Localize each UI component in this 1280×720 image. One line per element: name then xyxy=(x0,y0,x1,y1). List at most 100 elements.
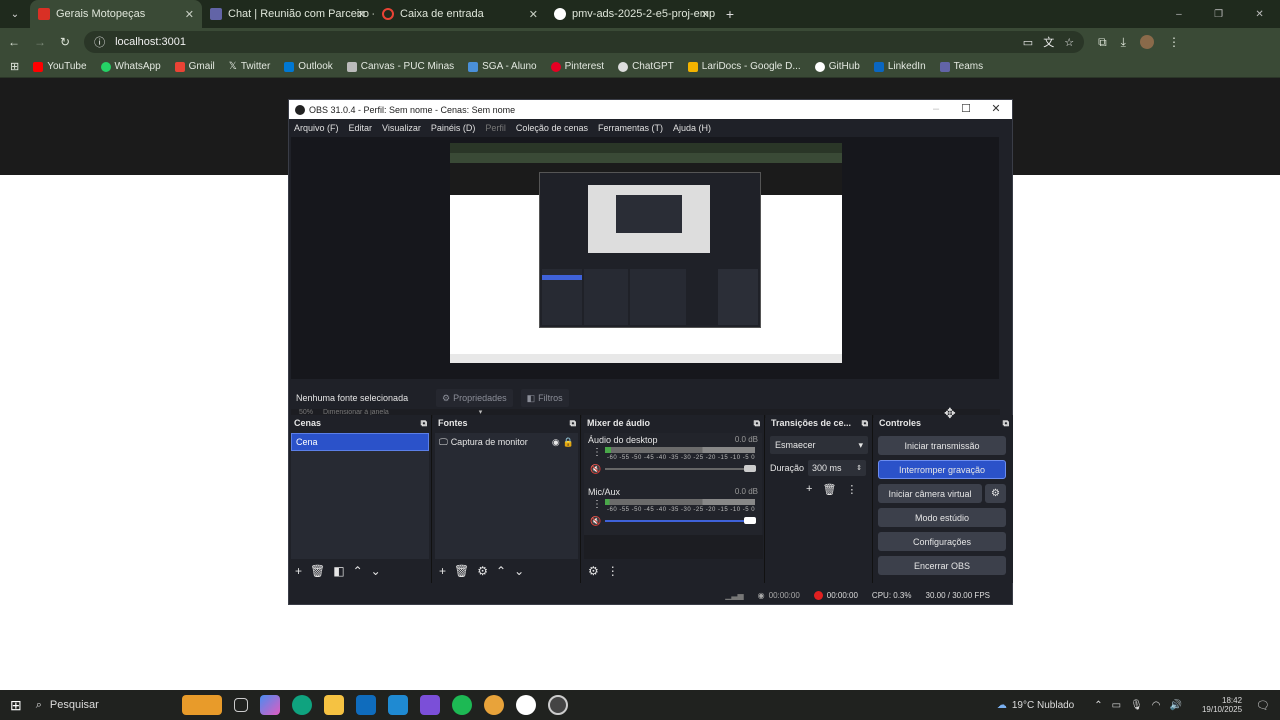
copilot-icon[interactable] xyxy=(259,695,280,715)
minimize-icon[interactable]: – xyxy=(1176,9,1182,20)
kebab-icon[interactable]: ⋮ xyxy=(846,483,857,496)
move-down-icon[interactable]: ⌄ xyxy=(371,564,381,578)
move-up-icon[interactable]: ⌃ xyxy=(353,564,363,578)
add-icon[interactable]: + xyxy=(806,483,812,496)
maximize-icon[interactable]: ❐ xyxy=(1214,9,1223,20)
channel-kebab-icon[interactable]: ⋮ xyxy=(592,447,602,458)
muted-speaker-icon[interactable]: 🔇 xyxy=(590,516,601,527)
microphone-icon[interactable]: 🎙 xyxy=(1130,700,1143,711)
close-icon[interactable]: ✕ xyxy=(981,100,1011,119)
undock-icon[interactable]: ⧉ xyxy=(1003,418,1009,429)
gear-icon[interactable]: ⚙ xyxy=(477,564,488,578)
menu-perfil[interactable]: Perfil xyxy=(485,123,506,133)
volume-slider[interactable] xyxy=(605,520,750,522)
clock[interactable]: 18:42 19/10/2025 xyxy=(1202,696,1242,714)
browser-tab-2[interactable]: Chat | Reunião com Parceiro - I ✕ xyxy=(202,0,374,28)
notifications-icon[interactable]: 🗨 xyxy=(1256,699,1270,712)
forward-icon[interactable]: → xyxy=(34,35,46,49)
bookmark-chatgpt[interactable]: ChatGPT xyxy=(618,61,674,72)
reload-icon[interactable]: ↻ xyxy=(60,35,70,49)
menu-arquivo[interactable]: Arquivo (F) xyxy=(294,123,339,133)
bookmark-youtube[interactable]: YouTube xyxy=(33,61,87,72)
bookmark-star-icon[interactable]: ☆ xyxy=(1064,36,1074,49)
exit-obs-button[interactable]: Encerrar OBS xyxy=(878,556,1006,575)
download-icon[interactable]: ⤓ xyxy=(1121,35,1126,50)
menu-visualizar[interactable]: Visualizar xyxy=(382,123,421,133)
close-tab-icon[interactable]: ✕ xyxy=(185,8,194,21)
properties-button[interactable]: ⚙ Propriedades xyxy=(436,389,513,407)
bookmark-laridocs[interactable]: LariDocs - Google D... xyxy=(687,61,801,72)
undock-icon[interactable]: ⧉ xyxy=(421,418,427,429)
browser-tab-1[interactable]: Gerais Motopeças ✕ xyxy=(30,0,202,28)
tab-search-icon[interactable]: ⌄ xyxy=(0,0,30,28)
menu-ajuda[interactable]: Ajuda (H) xyxy=(673,123,711,133)
browser-tab-4[interactable]: pmv-ads-2025-2-e5-proj-emp ✕ xyxy=(546,0,718,28)
obs-taskbar-icon[interactable] xyxy=(547,695,568,715)
menu-paineis[interactable]: Painéis (D) xyxy=(431,123,476,133)
studio-mode-button[interactable]: Modo estúdio xyxy=(878,508,1006,527)
screen-share-icon[interactable]: ▭ xyxy=(1112,700,1121,711)
file-explorer-icon[interactable] xyxy=(323,695,344,715)
minimize-icon[interactable]: – xyxy=(921,100,951,119)
chrome-icon[interactable] xyxy=(483,695,504,715)
vscode-icon[interactable] xyxy=(387,695,408,715)
filters-button[interactable]: ◧ Filtros xyxy=(520,389,569,407)
transition-select[interactable]: Esmaecer ▾ xyxy=(770,436,868,454)
channel-kebab-icon[interactable]: ⋮ xyxy=(592,499,602,510)
weather-widget[interactable]: ☁ 19°C Nublado xyxy=(997,700,1074,711)
menu-kebab-icon[interactable]: ⋮ xyxy=(1168,35,1180,49)
halloween-widget-icon[interactable] xyxy=(181,695,222,715)
menu-ferramentas[interactable]: Ferramentas (T) xyxy=(598,123,663,133)
address-bar[interactable]: ⓘ localhost:3001 ▭ 文 ☆ xyxy=(84,31,1085,53)
undock-icon[interactable]: ⧉ xyxy=(754,418,760,429)
move-down-icon[interactable]: ⌄ xyxy=(514,564,524,578)
volume-slider-handle[interactable] xyxy=(744,517,756,524)
edge-icon[interactable] xyxy=(291,695,312,715)
muted-speaker-icon[interactable]: 🔇 xyxy=(590,464,601,475)
profile-avatar[interactable] xyxy=(1139,35,1154,49)
volume-slider-handle[interactable] xyxy=(744,465,756,472)
undock-icon[interactable]: ⧉ xyxy=(862,418,868,429)
trash-icon[interactable]: 🗑 xyxy=(454,564,469,578)
trash-icon[interactable]: 🗑 xyxy=(822,483,836,496)
move-up-icon[interactable]: ⌃ xyxy=(496,564,506,578)
menu-colecao-cenas[interactable]: Coleção de cenas xyxy=(516,123,588,133)
close-tab-icon[interactable]: ✕ xyxy=(357,8,366,21)
github-desktop-icon[interactable] xyxy=(515,695,536,715)
wifi-icon[interactable]: ◠ xyxy=(1152,700,1161,711)
bookmark-pinterest[interactable]: Pinterest xyxy=(550,61,604,72)
speaker-icon[interactable]: 🔊 xyxy=(1170,700,1182,711)
virtual-camera-settings-button[interactable]: ⚙ xyxy=(985,484,1006,503)
close-icon[interactable]: ✕ xyxy=(1255,9,1263,20)
bookmark-whatsapp[interactable]: WhatsApp xyxy=(100,61,161,72)
apps-grid-icon[interactable]: ⊞ xyxy=(10,60,19,73)
outlook-icon[interactable] xyxy=(355,695,376,715)
undock-icon[interactable]: ⧉ xyxy=(570,418,576,429)
extensions-icon[interactable]: ⧉ xyxy=(1098,35,1107,50)
duration-input[interactable]: 300 ms ⇕ xyxy=(808,460,867,476)
task-view-icon[interactable] xyxy=(233,698,248,712)
volume-slider[interactable] xyxy=(605,468,750,470)
scene-item[interactable]: Cena xyxy=(291,433,429,451)
obs-preview[interactable]: 50% Dimensionar à janela ▾ xyxy=(291,137,1000,418)
eye-icon[interactable]: ◉ xyxy=(552,437,560,448)
add-icon[interactable]: + xyxy=(439,564,446,578)
taskbar-search[interactable]: ⌕ Pesquisar xyxy=(36,699,176,712)
translate-icon[interactable]: 文 xyxy=(1043,34,1054,50)
start-virtual-camera-button[interactable]: Iniciar câmera virtual xyxy=(878,484,982,503)
close-tab-icon[interactable]: ✕ xyxy=(529,8,538,21)
settings-button[interactable]: Configurações xyxy=(878,532,1006,551)
bookmark-sga[interactable]: SGA - Aluno xyxy=(468,61,537,72)
bookmark-canvas[interactable]: Canvas - PUC Minas xyxy=(346,61,454,72)
lock-icon[interactable]: 🔒 xyxy=(563,437,574,448)
visual-studio-icon[interactable] xyxy=(419,695,440,715)
bookmark-outlook[interactable]: Outlook xyxy=(284,61,333,72)
bookmark-twitter[interactable]: 𝕏 Twitter xyxy=(229,61,271,72)
menu-editar[interactable]: Editar xyxy=(349,123,373,133)
spotify-icon[interactable] xyxy=(451,695,472,715)
bookmark-gmail[interactable]: Gmail xyxy=(174,61,215,72)
source-item[interactable]: 🖵 Captura de monitor ◉ 🔒 xyxy=(435,433,578,451)
site-info-icon[interactable]: ⓘ xyxy=(94,34,105,50)
browser-tab-3[interactable]: Caixa de entrada ✕ xyxy=(374,0,546,28)
trash-icon[interactable]: 🗑 xyxy=(310,564,325,578)
